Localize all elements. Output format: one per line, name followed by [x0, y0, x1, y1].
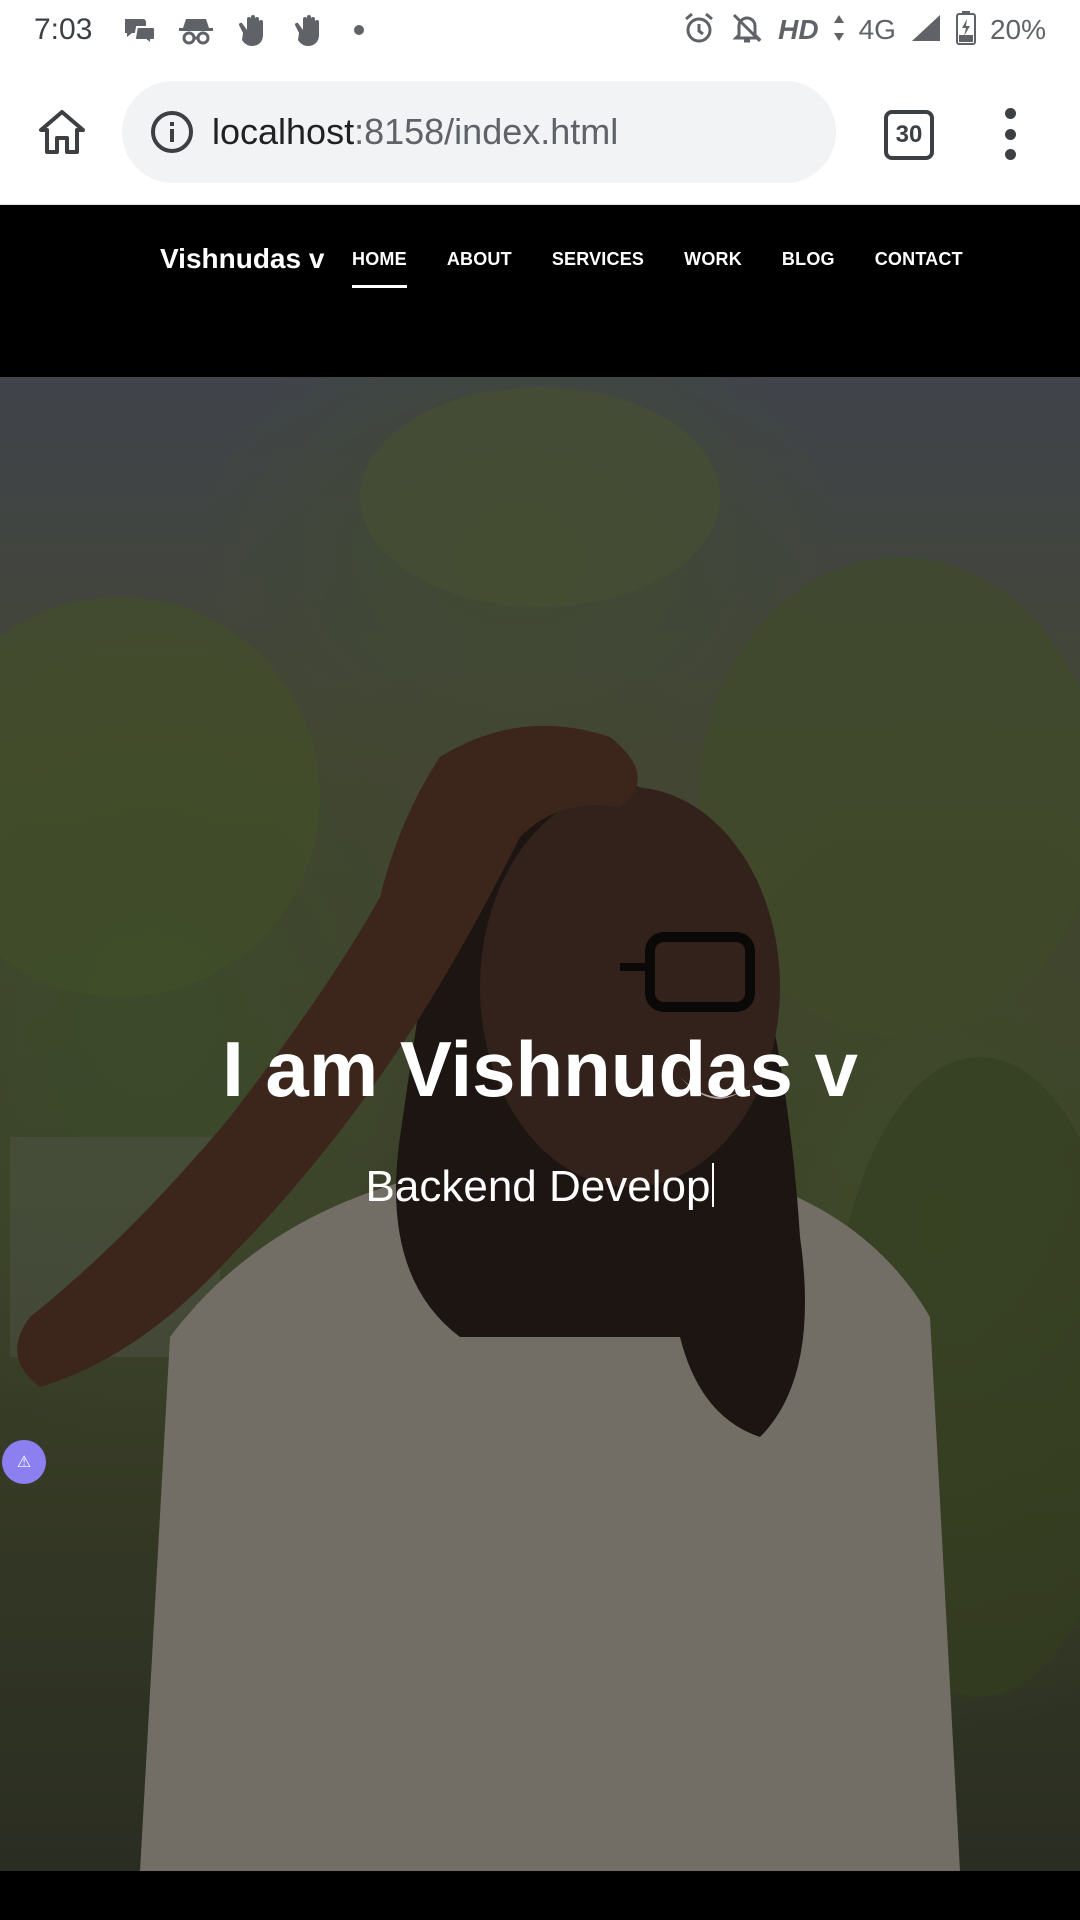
- home-icon: [39, 110, 85, 154]
- nav-contact[interactable]: CONTACT: [875, 249, 963, 270]
- hd-indicator: HD: [778, 14, 819, 45]
- tab-switcher-button[interactable]: 30: [884, 110, 934, 160]
- wave-icon: [234, 12, 270, 48]
- info-icon[interactable]: [148, 108, 196, 156]
- hero-subtitle: Backend Develop: [0, 1162, 1080, 1212]
- typed-text: Backend Develop: [365, 1162, 711, 1211]
- warning-badge-icon[interactable]: ⚠: [2, 1440, 46, 1484]
- url-path: :8158/index.html: [354, 111, 619, 152]
- url-text[interactable]: localhost:8158/index.html: [212, 111, 618, 153]
- signal-icon: [910, 13, 942, 48]
- data-arrows-icon: [833, 13, 845, 48]
- menu-dot-icon: [1004, 108, 1016, 119]
- status-bar: 7:03 HD 4G 20%: [0, 0, 1080, 60]
- wave-icon: [290, 12, 326, 48]
- battery-percent: 20%: [989, 14, 1046, 45]
- alarm-icon: [682, 11, 716, 50]
- browser-toolbar: localhost:8158/index.html 30: [0, 60, 1080, 205]
- address-bar[interactable]: localhost:8158/index.html: [122, 81, 836, 183]
- hero-section: I am Vishnudas v Backend Develop ⚠: [0, 377, 1080, 1871]
- menu-dot-icon: [1004, 149, 1016, 160]
- url-host: localhost: [212, 111, 355, 152]
- hero-title: I am Vishnudas v: [222, 1025, 858, 1113]
- nav-services[interactable]: SERVICES: [552, 249, 644, 270]
- menu-dot-icon: [1004, 128, 1016, 140]
- more-menu-button[interactable]: [990, 104, 1030, 164]
- nav-blog[interactable]: BLOG: [782, 249, 835, 270]
- site-brand[interactable]: Vishnudas v: [160, 243, 324, 275]
- incognito-icon: [178, 12, 214, 48]
- page-bottom-strip: [0, 1871, 1080, 1920]
- nav-links: HOME ABOUT SERVICES WORK BLOG CONTACT: [352, 249, 1003, 288]
- network-type: 4G: [858, 14, 896, 45]
- nav-about[interactable]: ABOUT: [447, 249, 512, 270]
- status-time: 7:03: [34, 13, 93, 46]
- nav-home[interactable]: HOME: [352, 249, 407, 288]
- notification-dot-icon: [354, 25, 365, 35]
- nav-work[interactable]: WORK: [684, 249, 742, 270]
- typing-cursor: [712, 1163, 715, 1207]
- chat-icon: [122, 12, 158, 48]
- home-button[interactable]: [30, 100, 94, 164]
- battery-icon: [955, 10, 976, 50]
- hero-overlay: [0, 377, 1080, 1871]
- site-navbar: Vishnudas v HOME ABOUT SERVICES WORK BLO…: [0, 205, 1080, 377]
- mute-icon: [730, 11, 764, 50]
